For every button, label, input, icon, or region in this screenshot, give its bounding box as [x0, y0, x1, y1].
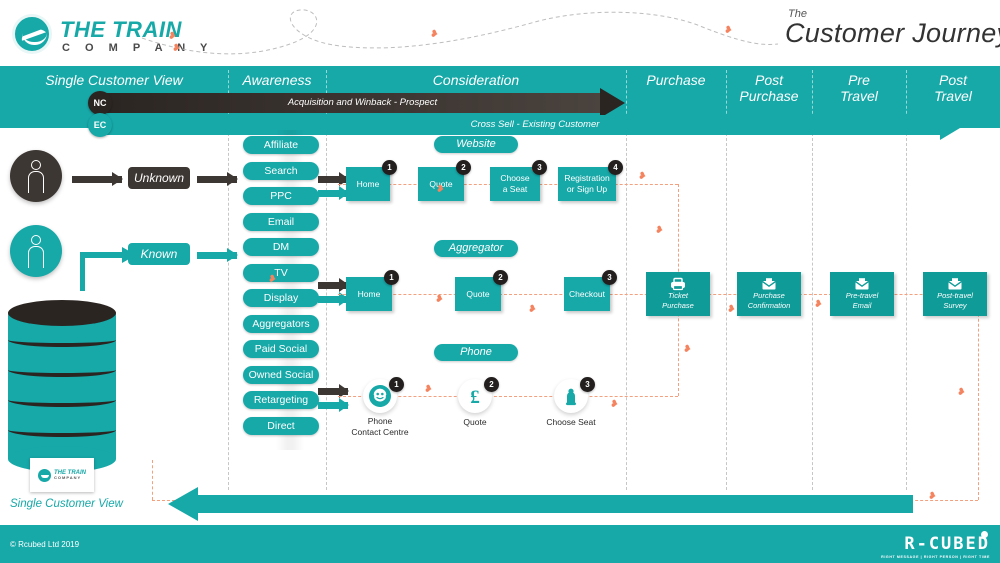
- database-label: Single Customer View: [10, 498, 123, 510]
- step-number-badge: 3: [532, 160, 547, 175]
- channel-email[interactable]: Email: [243, 212, 319, 231]
- step-number-badge: 1: [384, 270, 399, 285]
- band-acquisition-label: Acquisition and Winback - Prospect: [287, 97, 438, 108]
- card-brand-line2: COMPANY: [54, 475, 82, 480]
- database-cylinder-icon: [8, 300, 116, 472]
- step-number-badge: 3: [580, 377, 595, 392]
- footprint-icon: ❥: [434, 293, 445, 306]
- envelope-icon: [737, 277, 801, 291]
- rcubed-logo-dot-icon: [981, 531, 988, 538]
- page-header: THE TRAIN C O M P A N Y ❥ ❥ ❥ The Custom…: [0, 0, 1000, 66]
- arrow-unknown-to-label: [72, 172, 123, 186]
- channel-owned-social[interactable]: Owned Social: [243, 365, 319, 384]
- train-swoosh-icon: [38, 468, 51, 482]
- outcome-ticket-purchase[interactable]: Ticket Purchase: [646, 272, 710, 316]
- arrow-channel-website-teal: [318, 186, 349, 200]
- decorative-dashed-path-icon: [141, 9, 779, 55]
- return-loop-arrowhead: [168, 487, 198, 521]
- step-number-badge: 2: [484, 377, 499, 392]
- envelope-icon: [923, 277, 987, 291]
- band-acquisition: Acquisition and Winback - Prospect: [95, 88, 630, 118]
- channel-affiliate[interactable]: Affiliate: [243, 136, 319, 154]
- return-loop-arrow: [195, 495, 913, 513]
- headset-agent-icon: [369, 385, 391, 407]
- channel-search[interactable]: Search: [243, 161, 319, 180]
- footprint-icon: ❥: [682, 343, 693, 356]
- brand-logo-icon: [12, 14, 52, 54]
- step-number-badge: 1: [382, 160, 397, 175]
- label-unknown: Unknown: [128, 167, 190, 189]
- seat-icon: [566, 388, 576, 406]
- journey-label-aggregator: Aggregator: [434, 240, 518, 257]
- rcubed-logo-text: R-CUBED: [904, 534, 990, 554]
- step-number-badge: 2: [456, 160, 471, 175]
- badge-ec: EC: [88, 113, 112, 137]
- footprint-icon: ❥: [609, 398, 620, 411]
- swimlane-divider: [906, 128, 907, 490]
- step-number-badge: 4: [608, 160, 623, 175]
- band-crosssell: Cross Sell - Existing Customer: [95, 110, 975, 140]
- outcome-post-travel-survey[interactable]: Post-travel Survey: [923, 272, 987, 316]
- swimlane-divider: [626, 128, 627, 490]
- svg-text:£: £: [470, 387, 480, 407]
- footprint-icon: ❥: [654, 224, 665, 237]
- journey-path-return-vert: [978, 294, 979, 500]
- step-number-badge: 2: [493, 270, 508, 285]
- pound-sterling-icon: £: [470, 387, 480, 407]
- persona-unknown-icon: [10, 150, 62, 202]
- outcome-label: Post-travel Survey: [937, 291, 973, 310]
- channel-list: Affiliate Search PPC Email DM TV Display Aggreg…: [228, 130, 326, 450]
- website-step-registration-or-sign-up[interactable]: Registration or Sign Up: [558, 167, 616, 201]
- outcome-purchase-confirmation[interactable]: Purchase Confirmation: [737, 272, 801, 316]
- persona-known-icon: [10, 225, 62, 277]
- channel-retargeting[interactable]: Retargeting: [243, 391, 319, 409]
- badge-nc: NC: [88, 91, 112, 115]
- rcubed-tagline: RIGHT MESSAGE | RIGHT PERSON | RIGHT TIM…: [881, 555, 990, 559]
- outcome-pre-travel-email[interactable]: Pre-travel Email: [830, 272, 894, 316]
- channel-display[interactable]: Display: [243, 289, 319, 307]
- footprint-icon: ❥: [813, 298, 824, 311]
- arrow-channel-aggregator-teal: [318, 292, 349, 306]
- label-known: Known: [128, 243, 190, 265]
- page-title: Customer Journey: [785, 18, 1000, 48]
- journey-path-return-left: [152, 460, 153, 500]
- channel-ppc[interactable]: PPC: [243, 187, 319, 205]
- page-footer: [0, 525, 1000, 563]
- envelope-icon: [830, 277, 894, 291]
- copyright-text: © Rcubed Ltd 2019: [10, 540, 80, 549]
- footprint-icon: ❥: [927, 490, 938, 503]
- footprint-icon: ❥: [956, 386, 967, 399]
- phone-step-label: Quote: [463, 417, 487, 427]
- arrow-channel-phone-dark: [318, 384, 349, 398]
- step-number-badge: 1: [389, 377, 404, 392]
- phone-step-label: Choose Seat: [546, 417, 596, 427]
- channel-direct[interactable]: Direct: [243, 416, 319, 435]
- channel-tv[interactable]: TV: [243, 263, 319, 282]
- arrow-channel-aggregator-dark: [318, 278, 349, 292]
- journey-label-phone: Phone: [434, 344, 518, 361]
- footprint-icon: ❥: [423, 383, 434, 396]
- rcubed-logo: R-CUBED RIGHT MESSAGE | RIGHT PERSON | R…: [881, 531, 990, 559]
- outcome-label: Purchase Confirmation: [747, 291, 791, 310]
- outcome-label: Ticket Purchase: [662, 291, 694, 310]
- ticket-printer-icon: [646, 277, 710, 291]
- channel-paid-social[interactable]: Paid Social: [243, 340, 319, 358]
- arrow-channel-website-dark: [318, 172, 349, 186]
- channel-aggregators[interactable]: Aggregators: [243, 314, 319, 333]
- phone-step-label: Phone Contact Centre: [351, 416, 409, 438]
- database-brand-card: THE TRAIN COMPANY: [30, 458, 94, 492]
- channel-dm[interactable]: DM: [243, 238, 319, 256]
- footprint-icon: ❥: [726, 303, 737, 316]
- footprint-icon: ❥: [637, 170, 648, 183]
- band-crosssell-label: Cross Sell - Existing Customer: [470, 119, 600, 130]
- step-number-badge: 3: [602, 270, 617, 285]
- outcome-label: Pre-travel Email: [845, 291, 879, 310]
- journey-label-website: Website: [434, 136, 518, 153]
- footprint-icon: ❥: [527, 303, 538, 316]
- arrow-channel-phone-teal: [318, 398, 349, 412]
